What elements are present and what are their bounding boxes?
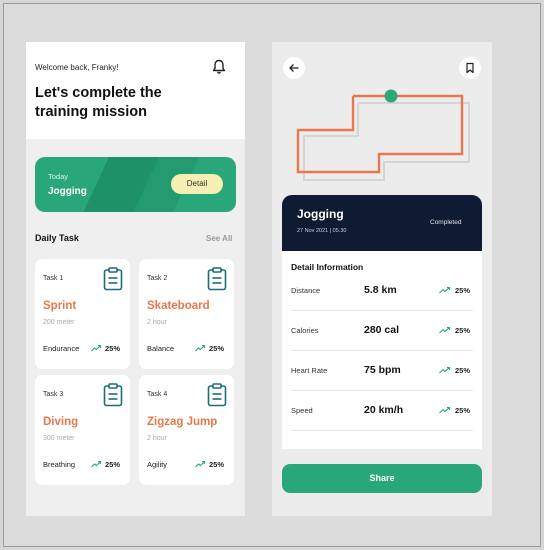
route-path <box>296 94 464 174</box>
today-activity-title: Jogging <box>48 186 87 197</box>
trend-up-icon <box>439 286 450 294</box>
info-row: Heart Rate 75 bpm 25% <box>291 351 473 391</box>
info-row: Distance 5.8 km 25% <box>291 271 473 311</box>
clipboard-icon <box>207 267 227 291</box>
share-button[interactable]: Share <box>282 464 482 493</box>
clipboard-icon <box>103 267 123 291</box>
trend-up-icon <box>91 344 101 352</box>
task-stat-label: Agility <box>147 460 168 469</box>
home-header: Welcome back, Franky! Let's complete the… <box>26 42 245 139</box>
info-percent: 25% <box>455 326 471 335</box>
trend-up-icon <box>439 366 450 374</box>
screenshot-canvas: Welcome back, Franky! Let's complete the… <box>3 3 541 547</box>
info-label: Speed <box>291 406 313 415</box>
status-badge: Completed <box>430 219 462 226</box>
task-card[interactable]: Task 4 Zigzag Jump 2 hour Agility 25% <box>139 375 234 485</box>
trend-up-icon <box>195 344 205 352</box>
activity-detail-screen: Jogging 27 Nov 2021 | 05.30 Completed De… <box>272 42 492 516</box>
task-name: Sprint <box>43 300 77 312</box>
back-button[interactable] <box>283 57 305 79</box>
task-percent: 25% <box>209 460 225 469</box>
info-value: 280 cal <box>364 324 400 336</box>
clipboard-icon <box>103 383 123 407</box>
task-name: Skateboard <box>147 300 210 312</box>
info-row: Calories 280 cal 25% <box>291 311 473 351</box>
task-stat-label: Endurance <box>43 344 80 353</box>
task-name: Zigzag Jump <box>147 416 218 428</box>
info-row: Speed 20 km/h 25% <box>291 391 473 431</box>
task-stat-label: Balance <box>147 344 175 353</box>
arrow-left-icon <box>289 64 299 72</box>
route-shadow <box>303 102 470 181</box>
activity-date: 27 Nov 2021 | 05.30 <box>297 228 347 234</box>
task-percent: 25% <box>105 460 121 469</box>
trend-up-icon <box>439 406 450 414</box>
info-value: 75 bpm <box>364 364 401 376</box>
trend-up-icon <box>439 326 450 334</box>
see-all-link[interactable]: See All <box>206 234 232 243</box>
daily-task-heading: Daily Task <box>35 233 79 243</box>
trend-up-icon <box>195 460 205 468</box>
clipboard-icon <box>207 383 227 407</box>
page-title: Let's complete the training mission <box>35 85 162 120</box>
task-detail: 2 hour <box>147 319 167 326</box>
info-value: 5.8 km <box>364 284 397 296</box>
info-label: Calories <box>291 326 319 335</box>
home-screen: Welcome back, Franky! Let's complete the… <box>26 42 245 516</box>
task-card[interactable]: Task 3 Diving 300 meter Breathing 25% <box>35 375 130 485</box>
task-name: Diving <box>43 416 79 428</box>
activity-summary-card: Jogging 27 Nov 2021 | 05.30 Completed <box>282 195 482 251</box>
task-stat-label: Breathing <box>43 460 76 469</box>
today-activity-card[interactable]: Today Jogging Detail <box>35 157 236 212</box>
route-start-marker <box>384 89 398 103</box>
task-card[interactable]: Task 1 Sprint 200 meter Endurance 25% <box>35 259 130 369</box>
info-percent: 25% <box>455 286 471 295</box>
welcome-text: Welcome back, Franky! <box>35 63 119 72</box>
task-number: Task 1 <box>43 275 64 282</box>
task-percent: 25% <box>209 344 225 353</box>
task-detail: 300 meter <box>43 435 75 442</box>
today-label: Today <box>48 172 69 181</box>
bookmark-icon <box>466 62 474 74</box>
bell-icon[interactable] <box>212 59 226 75</box>
trend-up-icon <box>91 460 101 468</box>
activity-title: Jogging <box>297 207 344 221</box>
bookmark-button[interactable] <box>459 57 481 79</box>
info-percent: 25% <box>455 406 471 415</box>
detail-information-panel: Detail Information Distance 5.8 km 25% C… <box>282 251 482 449</box>
info-value: 20 km/h <box>364 404 404 416</box>
task-percent: 25% <box>105 344 121 353</box>
detail-button[interactable]: Detail <box>171 174 223 194</box>
info-label: Distance <box>291 286 321 295</box>
info-label: Heart Rate <box>291 366 328 375</box>
task-number: Task 4 <box>147 391 168 398</box>
task-number: Task 3 <box>43 391 64 398</box>
task-detail: 200 meter <box>43 319 75 326</box>
task-number: Task 2 <box>147 275 168 282</box>
task-card[interactable]: Task 2 Skateboard 2 hour Balance 25% <box>139 259 234 369</box>
task-detail: 2 hour <box>147 435 167 442</box>
info-percent: 25% <box>455 366 471 375</box>
